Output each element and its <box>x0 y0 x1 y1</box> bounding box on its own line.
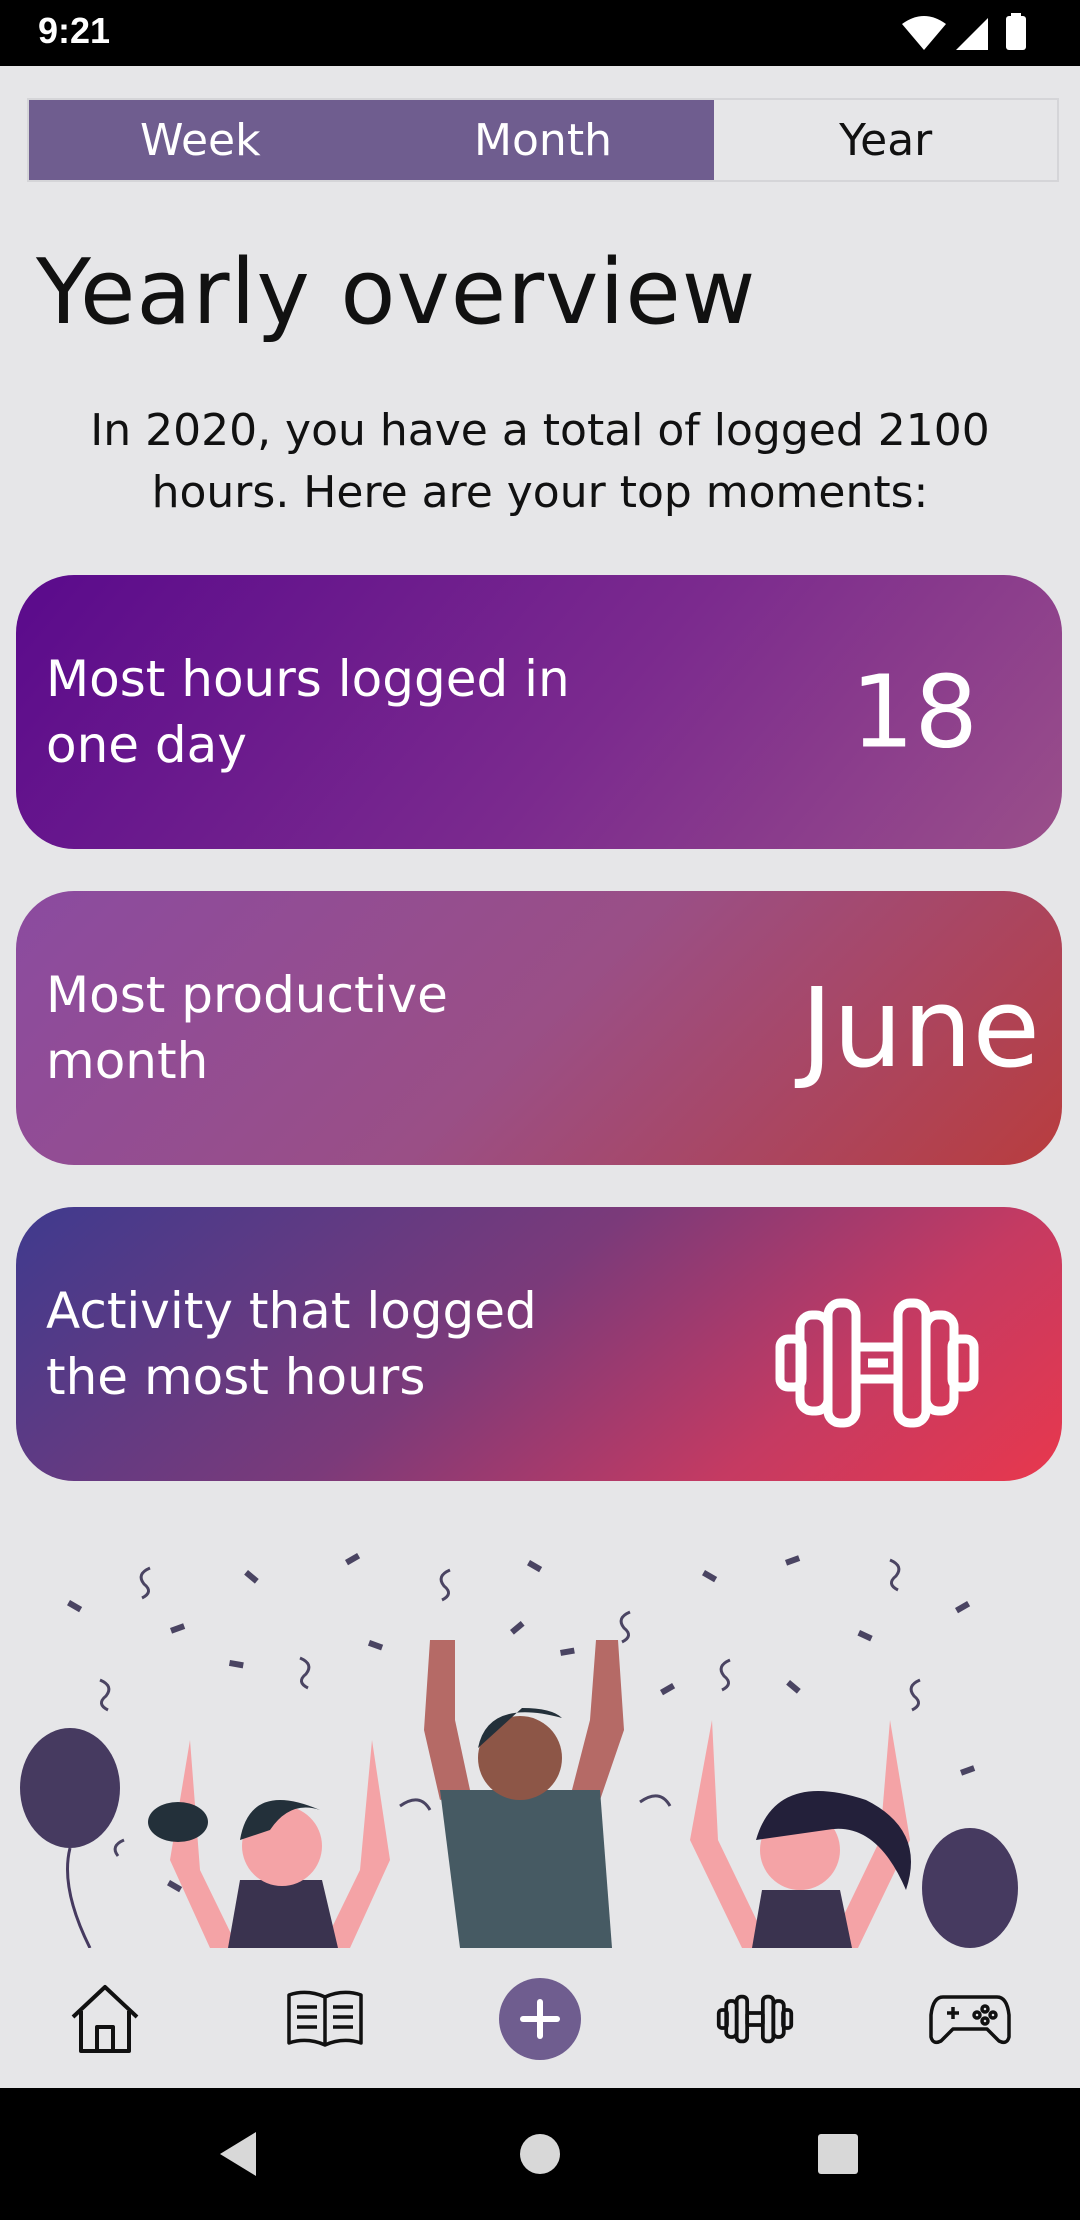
status-time: 9:21 <box>38 10 111 51</box>
dumbbell-icon <box>716 1994 794 2044</box>
status-bar: 9:21 <box>0 0 1080 66</box>
page-title: Yearly overview <box>36 240 757 345</box>
card-most-productive-month[interactable]: Most productive month June <box>16 891 1062 1165</box>
gamepad-icon <box>929 1995 1011 2045</box>
status-icons <box>902 13 1026 50</box>
woman-left <box>148 1740 390 1948</box>
nav-add-button[interactable] <box>495 1974 585 2064</box>
card-most-hours-day[interactable]: Most hours logged in one day 18 <box>16 575 1062 849</box>
back-icon[interactable] <box>212 2126 268 2182</box>
home-icon <box>71 1985 139 2053</box>
celebration-illustration <box>20 1552 1018 1948</box>
card-label: Most productive month <box>46 966 448 1090</box>
card-value: 18 <box>850 653 978 771</box>
tab-month[interactable]: Month <box>371 100 715 180</box>
woman-right <box>690 1720 911 1948</box>
home-button-icon[interactable] <box>512 2126 568 2182</box>
add-icon <box>520 1999 560 2039</box>
tab-year[interactable]: Year <box>714 100 1057 180</box>
card-label: Most hours logged in one day <box>46 650 570 774</box>
recents-icon[interactable] <box>810 2126 866 2182</box>
book-icon <box>287 1990 363 2047</box>
nav-games[interactable] <box>925 1974 1015 2064</box>
intro-text: In 2020, you have a total of logged 2100… <box>90 405 990 518</box>
wifi-icon <box>902 16 946 50</box>
add-button[interactable] <box>499 1978 581 2060</box>
tab-week[interactable]: Week <box>29 100 372 180</box>
card-label: Activity that logged the most hours <box>46 1282 537 1406</box>
signal-icon <box>956 18 988 50</box>
man-center <box>424 1640 624 1948</box>
nav-activities[interactable] <box>710 1974 800 2064</box>
card-value: June <box>800 964 1040 1092</box>
system-nav-bar <box>0 2088 1080 2220</box>
bottom-nav <box>0 1950 1080 2086</box>
balloon <box>922 1828 1018 1948</box>
nav-home[interactable] <box>60 1974 150 2064</box>
card-top-activity[interactable]: Activity that logged the most hours <box>16 1207 1062 1481</box>
balloon <box>20 1728 120 1848</box>
dumbbell-icon <box>775 1298 979 1428</box>
nav-journal[interactable] <box>280 1974 370 2064</box>
battery-icon <box>1006 16 1026 50</box>
period-tabs: Week Month Year <box>27 98 1059 182</box>
